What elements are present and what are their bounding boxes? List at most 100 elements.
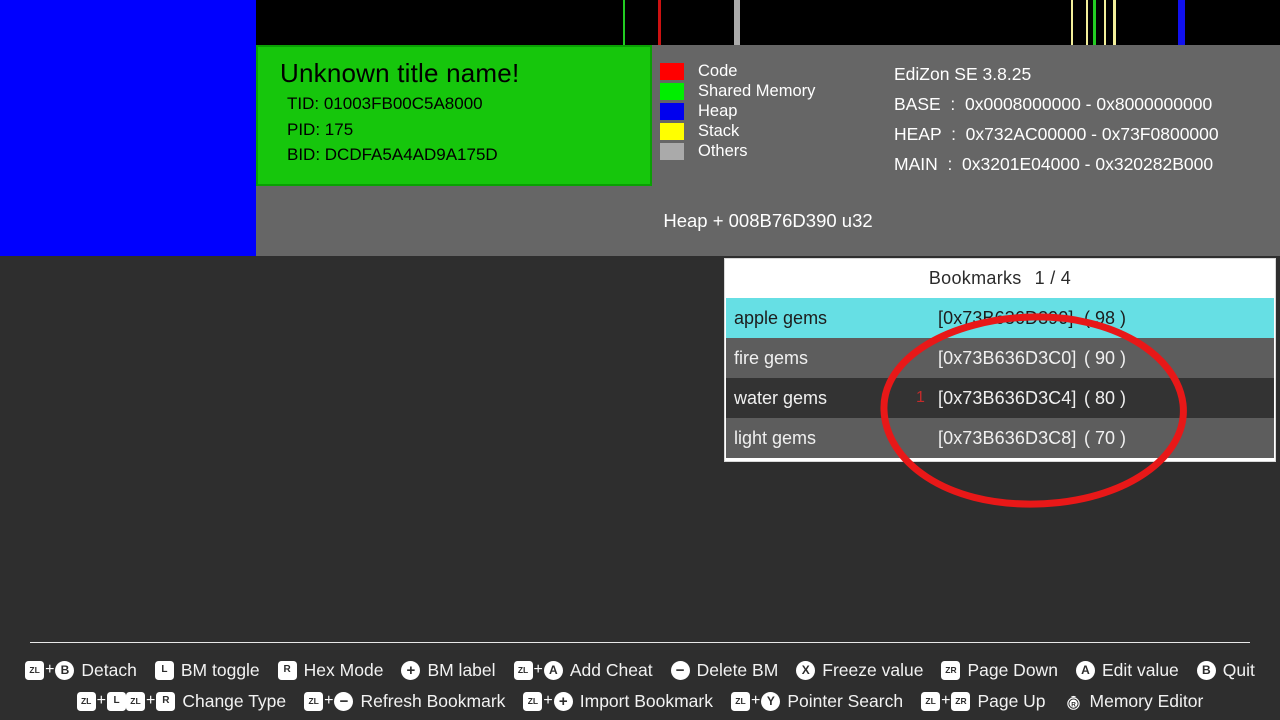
legend-item-shared-memory: Shared Memory bbox=[660, 81, 892, 101]
hint-hex-mode[interactable]: R Hex Mode bbox=[277, 660, 383, 681]
plus-separator-icon: + bbox=[750, 692, 761, 709]
build-id-label: BID: DCDFA5A4AD9A175D bbox=[287, 145, 498, 164]
b-button-icon: B bbox=[1196, 660, 1216, 680]
hint-detach[interactable]: ZL + B Detach bbox=[25, 660, 137, 681]
zr-button-icon: ZR bbox=[941, 660, 961, 680]
hint-quit[interactable]: B Quit bbox=[1196, 660, 1255, 681]
plus-separator-icon: + bbox=[543, 692, 553, 709]
freeze-indicator-badge: 1 bbox=[916, 389, 925, 406]
hint-glyph-group: ZL + Y bbox=[730, 691, 781, 711]
bookmark-address-label: [0x73B636D3C8] bbox=[938, 427, 1077, 448]
legend-item-others: Others bbox=[660, 141, 892, 161]
zl-button-icon: ZL bbox=[921, 691, 941, 711]
hint-label: Detach bbox=[81, 659, 137, 680]
zl-button-icon: ZL bbox=[513, 660, 533, 680]
hint-label: Change Type bbox=[182, 690, 287, 711]
bookmark-address-label: [0x73B636D3C0] bbox=[938, 347, 1077, 368]
hint-freeze-value[interactable]: X Freeze value bbox=[796, 660, 923, 681]
bookmark-address-label: [0x73B636D390] bbox=[938, 307, 1074, 328]
legend-item-stack: Stack bbox=[660, 121, 892, 141]
table-row[interactable]: apple gems [0x73B636D390] ( 98 ) bbox=[726, 298, 1274, 338]
hint-glyph-group: R bbox=[1064, 692, 1083, 711]
legend-swatch-icon bbox=[660, 62, 684, 80]
plus-separator-icon: + bbox=[324, 692, 334, 709]
memory-map-stripe bbox=[1093, 0, 1096, 45]
memory-map-stripe bbox=[623, 0, 625, 45]
process-id-label: PID: 175 bbox=[287, 119, 354, 139]
bookmarks-title: Bookmarks bbox=[928, 267, 1022, 288]
zl-button-icon: ZL bbox=[126, 691, 145, 711]
bookmark-name-label: fire gems bbox=[734, 347, 809, 368]
legend-swatch-icon bbox=[660, 82, 684, 100]
hint-edit-value[interactable]: A Edit value bbox=[1075, 660, 1179, 681]
hint-add-cheat[interactable]: ZL + A Add Cheat bbox=[513, 659, 653, 681]
hint-label: Import Bookmark bbox=[579, 690, 713, 711]
legend-item-label: Heap bbox=[698, 102, 738, 120]
hint-delete-bm[interactable]: − Delete BM bbox=[670, 659, 779, 681]
hint-row-primary: ZL + B Detach L BM toggle R Hex Mode + BM label ZL… bbox=[0, 656, 1280, 684]
hint-label: Refresh Bookmark bbox=[360, 690, 506, 711]
heap-region-block bbox=[0, 0, 256, 256]
hint-label: Freeze value bbox=[822, 659, 924, 680]
zl-button-icon: ZL bbox=[25, 660, 45, 680]
l-button-icon: L bbox=[107, 691, 126, 711]
hint-glyph-group: ZR bbox=[941, 660, 961, 680]
legend-item-label: Others bbox=[698, 142, 748, 160]
hint-label: BM toggle bbox=[180, 659, 260, 680]
hint-glyph-group: B bbox=[1196, 660, 1216, 680]
hint-glyph-group: − bbox=[670, 660, 690, 680]
hint-bm-label[interactable]: + BM label bbox=[401, 660, 496, 681]
footer-divider bbox=[30, 642, 1250, 643]
current-address-bar[interactable]: Heap + 008B76D390 u32 bbox=[256, 186, 1280, 256]
heap-range-label: HEAP : 0x732AC00000 - 0x73F0800000 bbox=[894, 124, 1219, 144]
plus-button-icon: + bbox=[553, 691, 573, 711]
table-row[interactable]: fire gems [0x73B636D3C0] ( 90 ) bbox=[726, 338, 1274, 378]
right-stick-press-icon: R bbox=[1064, 692, 1083, 711]
memory-map-stripe bbox=[1086, 0, 1088, 45]
table-row[interactable]: light gems [0x73B636D3C8] ( 70 ) bbox=[726, 418, 1274, 458]
minus-button-icon: − bbox=[334, 691, 354, 711]
bookmarks-panel[interactable]: Bookmarks 1 / 4 apple gems [0x73B636D390]… bbox=[724, 258, 1276, 462]
zl-button-icon: ZL bbox=[304, 691, 324, 711]
plus-button-icon: + bbox=[401, 660, 421, 680]
hint-glyph-group: ZL + − bbox=[304, 691, 354, 711]
hint-page-up[interactable]: ZL + ZR Page Up bbox=[921, 690, 1046, 712]
memory-map-stripe bbox=[1071, 0, 1073, 45]
bookmark-address-label: [0x73B636D3C4] bbox=[938, 387, 1077, 408]
hint-label: Delete BM bbox=[696, 659, 779, 680]
main-range-label: MAIN : 0x3201E04000 - 0x320282B000 bbox=[894, 154, 1214, 174]
hint-refresh-bookmark[interactable]: ZL + − Refresh Bookmark bbox=[304, 691, 505, 712]
bookmarks-header: Bookmarks 1 / 4 bbox=[725, 259, 1275, 297]
hint-label: Page Down bbox=[967, 659, 1058, 680]
bookmark-name-label: light gems bbox=[734, 427, 817, 448]
plus-separator-icon: + bbox=[146, 692, 156, 709]
current-address-label: Heap + 008B76D390 u32 bbox=[663, 210, 873, 231]
hint-change-type[interactable]: ZL + L ZL + R Change Type bbox=[76, 690, 287, 712]
hint-pointer-search[interactable]: ZL + Y Pointer Search bbox=[730, 691, 903, 712]
hint-glyph-group: L bbox=[154, 660, 174, 680]
table-row[interactable]: water gems 1 [0x73B636D3C4] ( 80 ) bbox=[726, 378, 1274, 418]
hint-page-down[interactable]: ZR Page Down bbox=[941, 659, 1058, 681]
hint-glyph-group: ZL + ZR bbox=[921, 691, 971, 711]
memory-map-strip[interactable] bbox=[256, 0, 1280, 45]
hint-glyph-group: X bbox=[796, 660, 816, 680]
base-range-label: BASE : 0x0008000000 - 0x8000000000 bbox=[894, 94, 1213, 114]
b-button-icon: B bbox=[55, 660, 75, 680]
hint-memory-editor[interactable]: R Memory Editor bbox=[1064, 690, 1204, 712]
hint-glyph-group: + bbox=[401, 660, 421, 680]
hint-bm-toggle[interactable]: L BM toggle bbox=[154, 659, 260, 681]
hint-label: Memory Editor bbox=[1089, 690, 1204, 711]
bookmark-name-label: water gems bbox=[734, 387, 828, 408]
footer-hints: ZL + B Detach L BM toggle R Hex Mode + BM label ZL… bbox=[0, 642, 1280, 720]
hint-label: Page Up bbox=[977, 690, 1046, 711]
bookmark-value-label: ( 70 ) bbox=[1084, 427, 1127, 448]
r-button-icon: R bbox=[156, 691, 176, 711]
hint-glyph-group: A bbox=[1075, 660, 1095, 680]
top-region: Unknown title name! TID: 01003FB00C5A800… bbox=[0, 0, 1280, 256]
hint-import-bookmark[interactable]: ZL + + Import Bookmark bbox=[523, 691, 713, 712]
bookmark-value-label: ( 98 ) bbox=[1084, 307, 1127, 328]
hint-label: Add Cheat bbox=[569, 659, 653, 680]
a-button-icon: A bbox=[543, 660, 563, 680]
y-button-icon: Y bbox=[761, 691, 781, 711]
zl-button-icon: ZL bbox=[730, 691, 750, 711]
